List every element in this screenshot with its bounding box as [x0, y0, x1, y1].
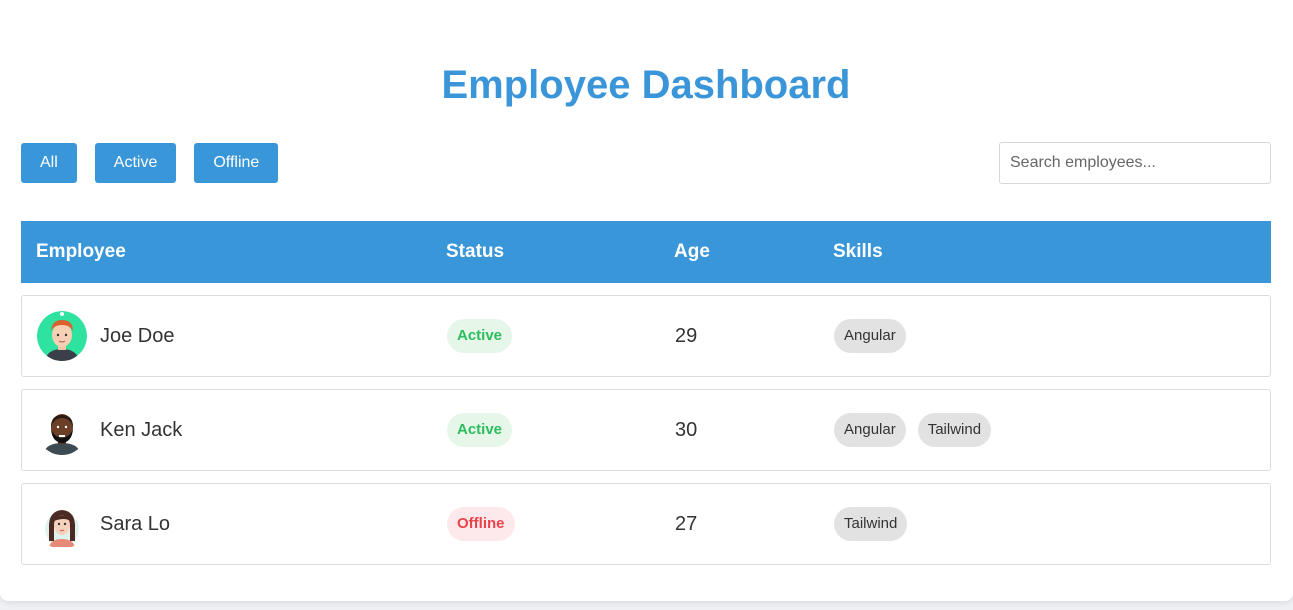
- filter-group: All Active Offline: [21, 143, 279, 183]
- controls-bar: All Active Offline: [21, 142, 1271, 184]
- column-header-employee[interactable]: Employee: [21, 241, 446, 263]
- filter-offline-button[interactable]: Offline: [194, 143, 279, 183]
- table-row[interactable]: Joe Doe Active 29 Angular: [21, 295, 1271, 377]
- table-row[interactable]: Sara Lo Offline 27 Tailwind: [21, 483, 1271, 565]
- skills-cell: Angular: [834, 319, 1270, 353]
- employee-name: Sara Lo: [100, 512, 171, 535]
- table-row[interactable]: Ken Jack Active 30 Angular Tailwind: [21, 389, 1271, 471]
- employee-age: 29: [675, 324, 698, 347]
- status-badge: Offline: [447, 507, 515, 541]
- avatar-icon: [37, 405, 87, 455]
- table-header: Employee Status Age Skills: [21, 221, 1271, 283]
- employee-cell: Joe Doe: [22, 311, 447, 361]
- employee-name: Joe Doe: [100, 324, 175, 347]
- status-badge: Active: [447, 413, 513, 447]
- employee-cell: Sara Lo: [22, 499, 447, 549]
- employee-age: 27: [675, 512, 698, 535]
- column-header-status[interactable]: Status: [446, 241, 674, 263]
- age-cell: 30: [675, 419, 834, 442]
- dashboard-card: Employee Dashboard All Active Offline Em…: [0, 0, 1293, 601]
- skill-tag: Tailwind: [917, 413, 992, 447]
- skills-cell: Angular Tailwind: [834, 413, 1270, 447]
- page-title: Employee Dashboard: [441, 63, 851, 107]
- skill-tag: Angular: [834, 319, 906, 353]
- filter-active-button[interactable]: Active: [94, 143, 177, 183]
- status-cell: Active: [447, 413, 675, 447]
- status-cell: Offline: [447, 507, 675, 541]
- filter-all-button[interactable]: All: [21, 143, 77, 183]
- column-header-skills[interactable]: Skills: [833, 241, 1271, 263]
- avatar-icon: [37, 311, 87, 361]
- skill-tag: Angular: [834, 413, 906, 447]
- age-cell: 29: [675, 325, 834, 348]
- employee-name: Ken Jack: [100, 418, 183, 441]
- avatar-icon: [37, 499, 87, 549]
- employee-cell: Ken Jack: [22, 405, 447, 455]
- employee-age: 30: [675, 418, 698, 441]
- status-cell: Active: [447, 319, 675, 353]
- skill-tag: Tailwind: [834, 507, 908, 541]
- age-cell: 27: [675, 513, 834, 536]
- table-body: Joe Doe Active 29 Angular Ken Jack Activ…: [21, 295, 1271, 565]
- search-input[interactable]: [999, 142, 1271, 184]
- status-badge: Active: [447, 319, 513, 353]
- column-header-age[interactable]: Age: [674, 241, 833, 263]
- skills-cell: Tailwind: [834, 507, 1270, 541]
